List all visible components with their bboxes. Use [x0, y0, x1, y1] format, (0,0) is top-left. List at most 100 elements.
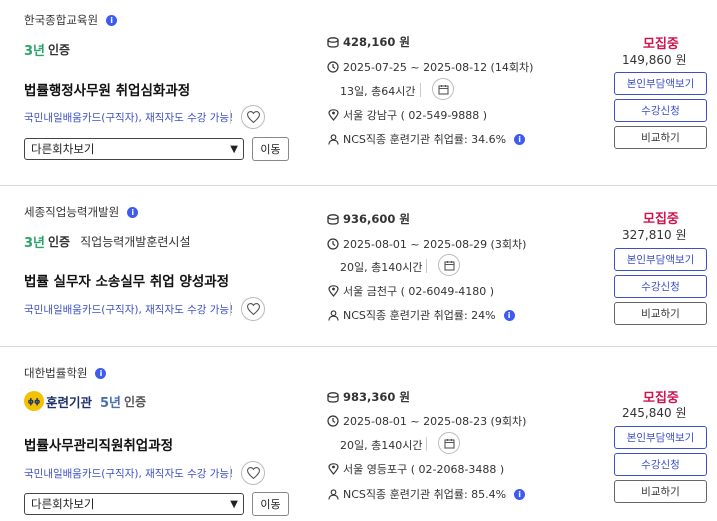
session-select[interactable]: 다른회차보기 ▼ — [24, 138, 244, 160]
info-icon[interactable]: i — [503, 309, 515, 321]
coin-icon — [327, 213, 339, 225]
duration-row: 20일, 총140시간 — [340, 437, 422, 453]
info-icon[interactable]: i — [127, 206, 139, 218]
course-title[interactable]: 법률사무관리직원취업과정 — [24, 434, 173, 454]
institution-name[interactable]: 세종직업능력개발원 i — [24, 204, 139, 220]
employment-row: NCS직종 훈련기관 취업률: 24% i — [327, 307, 515, 323]
training-location: 서울 금천구 ( 02-6049-4180 ) — [343, 285, 495, 298]
self-pay-button[interactable]: 본인부담액보기 — [614, 248, 707, 271]
card-note: 국민내일배움카드(구직자), 재직자도 수강 가능! — [24, 112, 234, 124]
subsidy-amount: 149,860 원 — [622, 53, 687, 67]
calendar-icon — [437, 84, 449, 95]
employment-row: NCS직종 훈련기관 취업률: 85.4% i — [327, 486, 526, 502]
course-card: 한국종합교육원 i 3년 인증 법률행정사무원 취업심화과정 국민내일배움카드(… — [0, 0, 717, 185]
clock-icon — [327, 415, 339, 427]
employment-row: NCS직종 훈련기관 취업률: 34.6% i — [327, 131, 526, 147]
course-title[interactable]: 법률 실무자 소송실무 취업 양성과정 — [24, 270, 229, 290]
location-row: 서울 강남구 ( 02-549-9888 ) — [327, 107, 487, 123]
institution-name[interactable]: 한국종합교육원 i — [24, 12, 118, 28]
location-row: 서울 영등포구 ( 02-2068-3488 ) — [327, 461, 504, 477]
divider — [230, 466, 231, 480]
training-location: 서울 강남구 ( 02-549-9888 ) — [343, 109, 488, 122]
apply-button[interactable]: 수강신청 — [614, 453, 707, 476]
calendar-button[interactable] — [432, 78, 454, 100]
training-period: 2025-07-25 ~ 2025-08-12 (14회차) — [343, 61, 534, 74]
coin-icon — [327, 36, 339, 48]
period-row: 2025-07-25 ~ 2025-08-12 (14회차) — [327, 59, 533, 75]
employment-rate: NCS직종 훈련기관 취업률: 24% — [343, 309, 496, 322]
subsidy-amount: 327,810 원 — [622, 228, 687, 242]
location-pin-icon — [327, 109, 339, 121]
price-row: 983,360 원 — [327, 389, 410, 405]
move-button[interactable]: 이동 — [252, 492, 289, 516]
clock-icon — [327, 238, 339, 250]
self-pay-button[interactable]: 본인부담액보기 — [614, 72, 707, 95]
divider — [230, 302, 231, 316]
heart-icon — [246, 303, 260, 315]
session-select[interactable]: 다른회차보기 ▼ — [24, 493, 244, 515]
certification-badge: 3년 인증 직업능력개발훈련시설 — [24, 235, 191, 251]
divider — [426, 437, 427, 451]
info-icon[interactable]: i — [106, 14, 118, 26]
coin-icon — [327, 391, 339, 403]
compare-button[interactable]: 비교하기 — [614, 126, 707, 149]
course-price: 983,360 원 — [343, 390, 410, 404]
calendar-icon — [443, 438, 455, 449]
course-price: 428,160 원 — [343, 35, 410, 49]
divider — [426, 259, 427, 273]
wishlist-button[interactable] — [241, 461, 265, 485]
price-row: 428,160 원 — [327, 34, 410, 50]
training-period: 2025-08-01 ~ 2025-08-23 (9회차) — [343, 415, 527, 428]
move-button[interactable]: 이동 — [252, 137, 289, 161]
chevron-down-icon: ▼ — [230, 498, 238, 510]
heart-icon — [246, 467, 260, 479]
person-icon — [327, 488, 339, 500]
status-badge: 모집중 — [643, 37, 679, 52]
duration-row: 20일, 총140시간 — [340, 259, 422, 275]
duration-row: 13일, 총64시간 — [340, 83, 415, 99]
info-icon[interactable]: i — [95, 367, 107, 379]
training-duration: 20일, 총140시간 — [340, 439, 423, 452]
divider — [420, 83, 421, 97]
self-pay-button[interactable]: 본인부담액보기 — [614, 426, 707, 449]
course-price: 936,600 원 — [343, 212, 410, 226]
location-pin-icon — [327, 285, 339, 297]
training-institution-logo: ϕϕ — [24, 391, 44, 411]
wishlist-button[interactable] — [241, 105, 265, 129]
training-duration: 13일, 총64시간 — [340, 85, 416, 98]
calendar-button[interactable] — [438, 254, 460, 276]
employment-rate: NCS직종 훈련기관 취업률: 85.4% — [343, 488, 507, 501]
period-row: 2025-08-01 ~ 2025-08-23 (9회차) — [327, 413, 526, 429]
period-row: 2025-08-01 ~ 2025-08-29 (3회차) — [327, 236, 526, 252]
calendar-button[interactable] — [438, 432, 460, 454]
heart-icon — [246, 111, 260, 123]
info-icon[interactable]: i — [514, 488, 526, 500]
location-pin-icon — [327, 463, 339, 475]
chevron-down-icon: ▼ — [230, 143, 238, 155]
employment-rate: NCS직종 훈련기관 취업률: 34.6% — [343, 133, 507, 146]
compare-button[interactable]: 비교하기 — [614, 302, 707, 325]
institution-name[interactable]: 대한법률학원 i — [24, 365, 107, 381]
status-badge: 모집중 — [643, 212, 679, 227]
info-icon[interactable]: i — [514, 133, 526, 145]
calendar-icon — [443, 260, 455, 271]
course-card: 세종직업능력개발원 i 3년 인증 직업능력개발훈련시설 법률 실무자 소송실무… — [0, 186, 717, 346]
certification-badge: ϕϕ 훈련기관 5년 인증 — [24, 391, 146, 411]
course-card: 대한법률학원 i ϕϕ 훈련기관 5년 인증 법률사무관리직원취업과정 국민내일… — [0, 347, 717, 521]
card-note: 국민내일배움카드(구직자), 재직자도 수강 가능! — [24, 304, 234, 316]
compare-button[interactable]: 비교하기 — [614, 480, 707, 503]
card-note: 국민내일배움카드(구직자), 재직자도 수강 가능! — [24, 468, 234, 480]
training-period: 2025-08-01 ~ 2025-08-29 (3회차) — [343, 238, 527, 251]
divider — [230, 110, 231, 124]
training-location: 서울 영등포구 ( 02-2068-3488 ) — [343, 463, 505, 476]
subsidy-amount: 245,840 원 — [622, 406, 687, 420]
course-title[interactable]: 법률행정사무원 취업심화과정 — [24, 79, 190, 99]
training-duration: 20일, 총140시간 — [340, 261, 423, 274]
apply-button[interactable]: 수강신청 — [614, 275, 707, 298]
location-row: 서울 금천구 ( 02-6049-4180 ) — [327, 283, 494, 299]
wishlist-button[interactable] — [241, 297, 265, 321]
clock-icon — [327, 61, 339, 73]
person-icon — [327, 309, 339, 321]
apply-button[interactable]: 수강신청 — [614, 99, 707, 122]
price-row: 936,600 원 — [327, 211, 410, 227]
